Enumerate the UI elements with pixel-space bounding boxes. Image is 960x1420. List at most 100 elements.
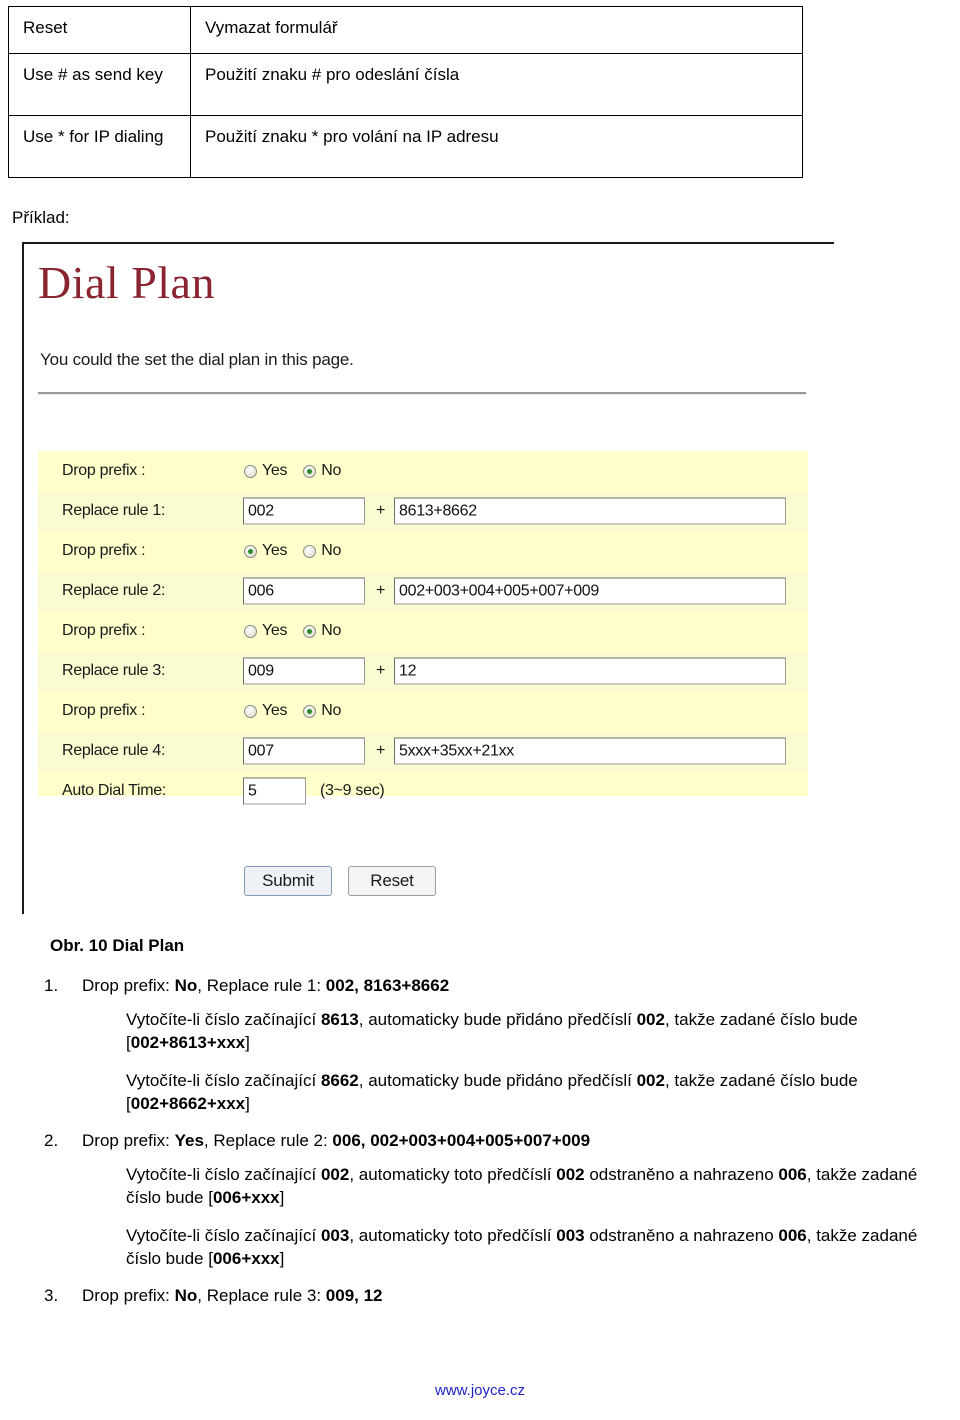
replace-rule-label-2: Replace rule 2: <box>62 582 166 599</box>
drop-prefix-row-1: Drop prefix : Yes No <box>38 451 808 491</box>
para-bold: 8662 <box>320 1070 359 1090</box>
page-subtitle: You could the set the dial plan in this … <box>40 350 354 369</box>
footer-url[interactable]: www.joyce.cz <box>0 1382 960 1399</box>
para-bold: 002 <box>556 1164 585 1184</box>
radio-no-label: No <box>321 702 342 719</box>
para-bold: 006+xxx <box>212 1188 280 1208</box>
list-item-heading: 2. Drop prefix: Yes, Replace rule 2: 006… <box>44 1130 949 1153</box>
replace-rule-value-input-3[interactable]: 12 <box>394 657 786 685</box>
para-text: , automaticky toto předčíslí <box>349 1164 557 1184</box>
para-bold: 002 <box>636 1070 665 1090</box>
table-cell-desc: Vymazat formulář <box>190 6 803 54</box>
para-text: ] <box>279 1249 285 1269</box>
list-item-heading-text: Drop prefix: Yes, Replace rule 2: 006, 0… <box>82 1130 949 1153</box>
explanation-paragraph: Vytočíte-li číslo začínající 002, automa… <box>126 1163 949 1210</box>
replace-rule-value-input-2[interactable]: 002+003+004+005+007+009 <box>394 577 786 605</box>
reset-button[interactable]: Reset <box>348 866 436 896</box>
para-text: Vytočíte-li číslo začínající <box>126 1009 321 1029</box>
para-text: Vytočíte-li číslo začínající <box>126 1070 321 1090</box>
para-text: odstraněno a nahrazeno <box>584 1225 779 1245</box>
list-item-number: 2. <box>44 1130 59 1150</box>
auto-dial-time-input[interactable]: 5 <box>243 777 306 805</box>
replace-rule-label-4: Replace rule 4: <box>62 742 166 759</box>
replace-rule-value-input-1[interactable]: 8613+8662 <box>394 497 786 525</box>
radio-circle-icon[interactable] <box>244 704 257 718</box>
radio-circle-selected-icon[interactable] <box>303 464 317 478</box>
example-label: Příklad: <box>12 208 70 227</box>
radio-circle-icon[interactable] <box>244 624 257 638</box>
head-bold-2: 002, 8163+8662 <box>325 976 450 995</box>
drop-prefix-label: Drop prefix : <box>62 462 146 479</box>
replace-rule-prefix-input-1[interactable]: 002 <box>243 497 365 525</box>
radio-yes-4[interactable]: Yes <box>244 702 288 720</box>
head-prefix: Drop prefix: <box>82 976 175 995</box>
radio-yes-label: Yes <box>262 622 288 639</box>
replace-rule-prefix-input-3[interactable]: 009 <box>243 657 365 685</box>
radio-yes-3[interactable]: Yes <box>244 622 288 640</box>
radio-circle-icon[interactable] <box>303 544 317 558</box>
radio-circle-icon[interactable] <box>244 464 257 478</box>
explanation-paragraph: Vytočíte-li číslo začínající 003, automa… <box>126 1224 949 1271</box>
para-text: ] <box>245 1094 250 1114</box>
table-cell-desc: Použití znaku # pro odeslání čísla <box>190 53 803 116</box>
list-item: 3. Drop prefix: No, Replace rule 3: 009,… <box>44 1285 949 1308</box>
para-text: , automaticky bude přidáno předčíslí <box>358 1009 637 1029</box>
drop-prefix-radio-group-2[interactable]: Yes No <box>244 542 341 560</box>
drop-prefix-radio-group-3[interactable]: Yes No <box>244 622 341 640</box>
drop-prefix-radio-group-4[interactable]: Yes No <box>244 702 341 720</box>
radio-no-2[interactable]: No <box>303 542 341 560</box>
plus-label-1: + <box>376 502 386 519</box>
radio-no-label: No <box>321 622 342 639</box>
para-text: ] <box>245 1033 250 1053</box>
drop-prefix-row-3: Drop prefix : Yes No <box>38 611 808 651</box>
radio-circle-selected-icon[interactable] <box>303 624 317 638</box>
replace-rule-row-3: Replace rule 3: 009 + 12 <box>38 651 808 691</box>
radio-no-3[interactable]: No <box>303 622 341 640</box>
para-bold: 002+8613+xxx <box>130 1033 246 1053</box>
head-bold-2: 009, 12 <box>325 1285 383 1305</box>
explanation-paragraph: Vytočíte-li číslo začínající 8613, autom… <box>126 1008 949 1055</box>
para-text: odstraněno a nahrazeno <box>584 1164 779 1184</box>
drop-prefix-row-2: Drop prefix : Yes No <box>38 531 808 571</box>
horizontal-divider <box>38 392 806 395</box>
radio-yes-label: Yes <box>262 542 288 559</box>
replace-rule-prefix-input-2[interactable]: 006 <box>243 577 365 605</box>
list-item-heading: 3. Drop prefix: No, Replace rule 3: 009,… <box>44 1285 949 1308</box>
radio-circle-selected-icon[interactable] <box>244 544 257 558</box>
para-bold: 002+8662+xxx <box>130 1094 246 1114</box>
table-cell-desc: Použití znaku * pro volání na IP adresu <box>190 115 803 178</box>
radio-yes-2[interactable]: Yes <box>244 542 288 560</box>
drop-prefix-radio-group-1[interactable]: Yes No <box>244 462 341 480</box>
explanation-list: 1. Drop prefix: No, Replace rule 1: 002,… <box>44 975 949 1317</box>
document-page: Reset Vymazat formulář Use # as send key… <box>0 0 960 1420</box>
table-row: Use # as send key Použití znaku # pro od… <box>8 53 803 116</box>
replace-rule-prefix-input-4[interactable]: 007 <box>243 737 365 765</box>
radio-circle-selected-icon[interactable] <box>303 704 317 718</box>
head-mid: , Replace rule 1: <box>197 976 326 995</box>
para-text: , automaticky bude přidáno předčíslí <box>358 1070 637 1090</box>
radio-no-1[interactable]: No <box>303 462 341 480</box>
head-bold-1: No <box>174 1285 198 1305</box>
radio-no-label: No <box>321 542 342 559</box>
radio-no-4[interactable]: No <box>303 702 341 720</box>
head-bold-1: No <box>174 976 198 995</box>
table-row: Reset Vymazat formulář <box>8 6 803 54</box>
drop-prefix-row-4: Drop prefix : Yes No <box>38 691 808 731</box>
page-title: Dial Plan <box>38 257 215 308</box>
radio-yes-1[interactable]: Yes <box>244 462 288 480</box>
list-item: 1. Drop prefix: No, Replace rule 1: 002,… <box>44 975 949 1116</box>
drop-prefix-label: Drop prefix : <box>62 622 146 639</box>
table-cell-term: Use # as send key <box>8 53 191 116</box>
para-bold: 003 <box>556 1225 585 1245</box>
replace-rule-value-input-4[interactable]: 5xxx+35xx+21xx <box>394 737 786 765</box>
list-item-heading-text: Drop prefix: No, Replace rule 3: 009, 12 <box>82 1285 949 1308</box>
replace-rule-label-3: Replace rule 3: <box>62 662 166 679</box>
para-bold: 002 <box>320 1164 350 1184</box>
table-cell-term: Reset <box>8 6 191 54</box>
radio-yes-label: Yes <box>262 462 288 479</box>
para-text: , automaticky toto předčíslí <box>349 1225 557 1245</box>
table-cell-term: Use * for IP dialing <box>8 115 191 178</box>
plus-label-4: + <box>376 742 386 759</box>
submit-button[interactable]: Submit <box>244 866 332 896</box>
para-bold: 002 <box>636 1009 665 1029</box>
